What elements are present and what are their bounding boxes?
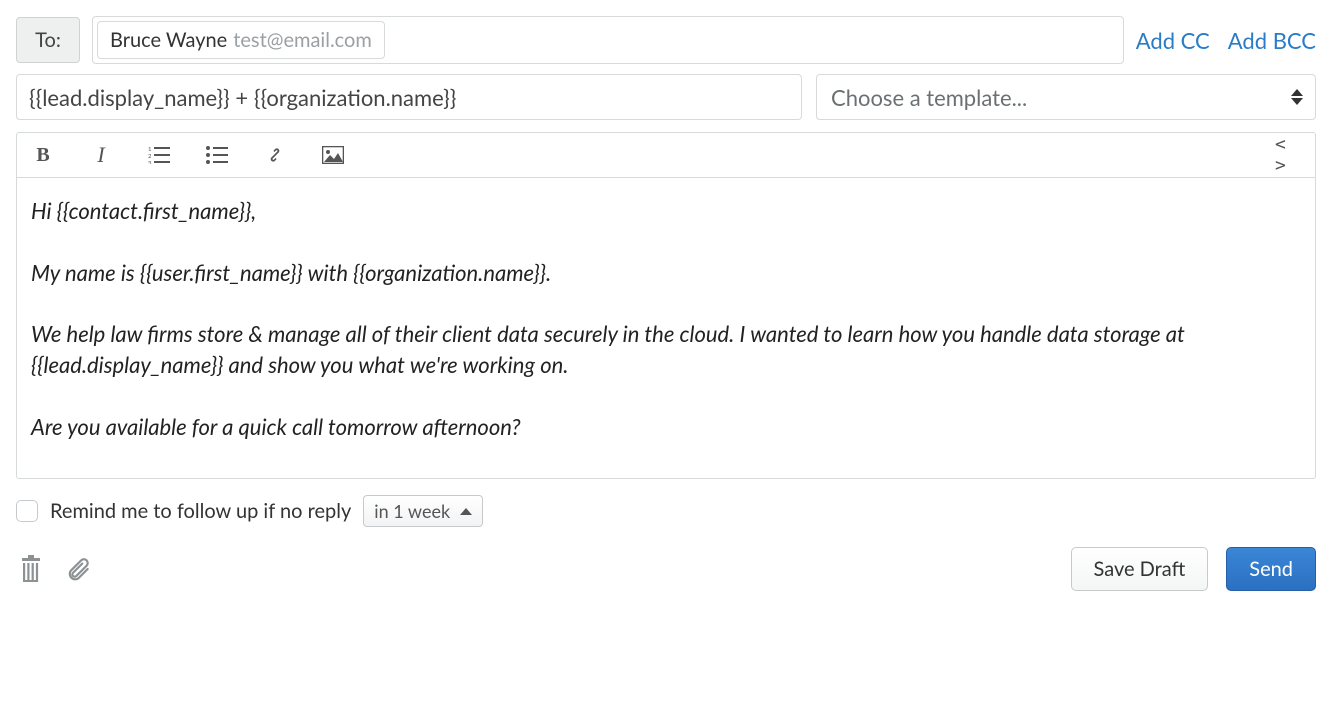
add-bcc-link[interactable]: Add BCC	[1228, 27, 1316, 54]
recipient-email: test@email.com	[233, 28, 372, 52]
subject-row: Choose a template...	[16, 74, 1316, 120]
subject-input[interactable]	[16, 74, 802, 120]
italic-button[interactable]: I	[87, 141, 115, 169]
link-button[interactable]	[261, 141, 289, 169]
unordered-list-icon	[206, 146, 228, 164]
image-button[interactable]	[319, 141, 347, 169]
add-cc-link[interactable]: Add CC	[1136, 27, 1210, 54]
bold-button[interactable]: B	[29, 141, 57, 169]
template-placeholder: Choose a template...	[831, 84, 1027, 111]
trash-icon	[19, 555, 43, 583]
unordered-list-button[interactable]	[203, 141, 231, 169]
reminder-interval-value: in 1 week	[374, 500, 450, 522]
save-draft-button[interactable]: Save Draft	[1071, 547, 1209, 591]
reminder-checkbox[interactable]	[16, 500, 38, 522]
template-select[interactable]: Choose a template...	[816, 74, 1316, 120]
paperclip-icon	[66, 555, 92, 583]
editor-toolbar: B I 1 2 3	[17, 133, 1315, 178]
image-icon	[322, 146, 344, 164]
link-icon	[265, 145, 285, 165]
ordered-list-icon: 1 2 3	[148, 146, 170, 164]
to-row: To: Bruce Wayne test@email.com Add CC Ad…	[16, 16, 1316, 64]
recipient-chip[interactable]: Bruce Wayne test@email.com	[97, 21, 385, 59]
to-label: To:	[16, 17, 80, 63]
reminder-label: Remind me to follow up if no reply	[50, 499, 351, 523]
reminder-row: Remind me to follow up if no reply in 1 …	[16, 495, 1316, 527]
attach-button[interactable]	[64, 554, 94, 584]
email-composer: To: Bruce Wayne test@email.com Add CC Ad…	[16, 16, 1316, 591]
cc-links: Add CC Add BCC	[1136, 27, 1316, 54]
send-button[interactable]: Send	[1226, 547, 1316, 591]
svg-text:1: 1	[148, 146, 152, 153]
email-body-editor[interactable]: Hi {{contact.first_name}}, My name is {{…	[17, 178, 1315, 478]
ordered-list-button[interactable]: 1 2 3	[145, 141, 173, 169]
select-caret-icon	[1291, 89, 1303, 105]
html-view-button[interactable]: < >	[1275, 141, 1303, 169]
delete-button[interactable]	[16, 554, 46, 584]
to-field[interactable]: Bruce Wayne test@email.com	[92, 16, 1124, 64]
svg-text:3: 3	[148, 160, 152, 164]
reminder-interval-dropdown[interactable]: in 1 week	[363, 495, 483, 527]
svg-text:2: 2	[148, 153, 152, 160]
editor: B I 1 2 3	[16, 132, 1316, 479]
caret-up-icon	[460, 508, 472, 515]
action-row: Save Draft Send	[16, 547, 1316, 591]
recipient-name: Bruce Wayne	[110, 28, 227, 52]
